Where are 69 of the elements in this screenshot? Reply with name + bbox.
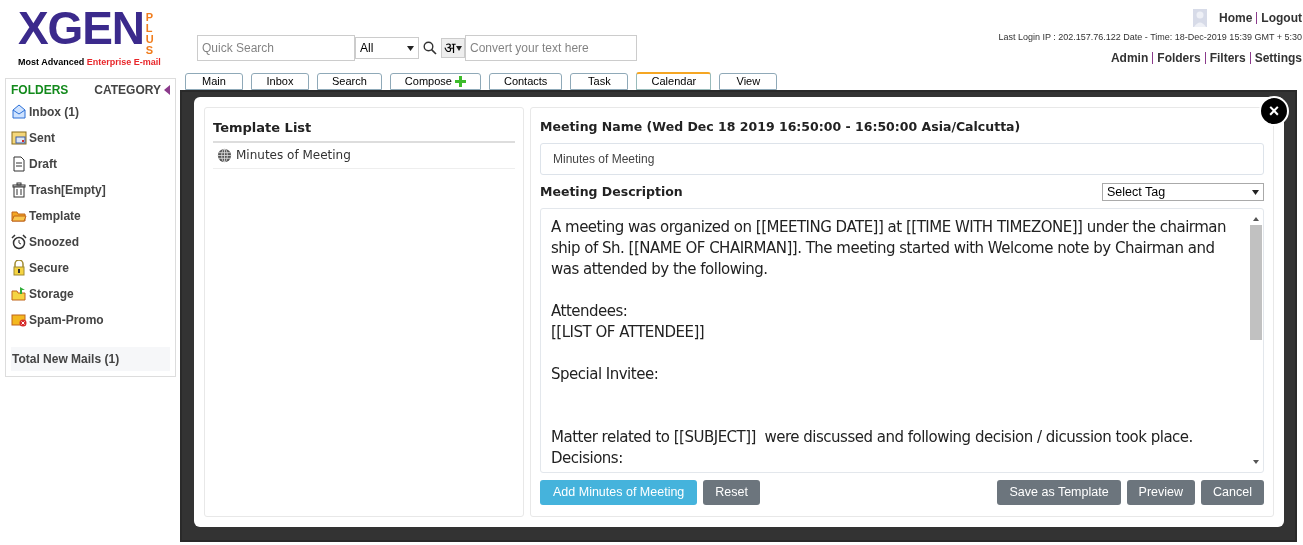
header-link[interactable]: Admin	[1110, 48, 1149, 67]
folder-link[interactable]: Sent	[29, 129, 55, 147]
folder-link[interactable]: Template	[29, 207, 81, 225]
description-text: Attendees:	[551, 300, 629, 322]
meeting-name-label: Meeting Name (Wed Dec 18 2019 16:50:00 - 16:50:00 Asia/Calcutta)	[540, 118, 1022, 136]
scroll-down-icon[interactable]	[1253, 459, 1259, 464]
sent-mail-icon	[11, 130, 27, 146]
description-text: [[LIST OF ATTENDEE]]	[551, 321, 706, 343]
header-link[interactable]: Filters	[1209, 48, 1246, 67]
tab[interactable]: View	[719, 73, 778, 90]
template-item[interactable]: Minutes of Meeting	[236, 146, 351, 164]
meeting-description-label: Meeting Description	[540, 182, 683, 201]
last-login-info: Last Login IP : 202.157.76.122 Date - Time: 18-Dec-2019 15:39 GMT + 5:30	[998, 31, 1302, 44]
folder-link[interactable]: Storage	[29, 285, 74, 303]
select-tag-dropdown[interactable]: Select Tag	[1102, 183, 1264, 202]
folder-link[interactable]: Trash[Empty]	[29, 181, 106, 199]
document-icon	[11, 156, 27, 172]
globe-icon	[217, 147, 232, 163]
folder-arrow-icon	[11, 286, 27, 302]
spam-folder-icon	[11, 312, 27, 328]
tab[interactable]: Calendar	[636, 72, 712, 90]
form-button[interactable]: Reset	[703, 479, 760, 505]
form-button[interactable]: Preview	[1126, 479, 1196, 505]
script-selector[interactable]: अ	[441, 38, 465, 58]
form-button[interactable]: Save as Template	[997, 479, 1121, 505]
form-button[interactable]: Cancel	[1201, 479, 1264, 505]
caret-icon[interactable]	[456, 45, 462, 51]
header-link[interactable]: Settings	[1254, 48, 1302, 67]
header-link[interactable]: Home	[1219, 9, 1253, 27]
description-text: A meeting was organized on [[MEETING DATE]] at [[TIME WITH TIMEZONE]] under the chairman ship of Sh. [[NAME OF CHAIRMAN]]. The meeting started with Welcome note by Chairman and was attended by the following.	[551, 216, 1228, 280]
close-button[interactable]: ×	[1259, 96, 1289, 126]
folders-heading: FOLDERS	[11, 82, 69, 99]
envelope-icon	[11, 104, 27, 120]
folder-link[interactable]: Draft	[29, 155, 57, 173]
folder-link[interactable]: Inbox (1)	[29, 103, 79, 121]
scope-dropdown[interactable]: All	[355, 37, 419, 59]
tab[interactable]: Compose	[389, 73, 481, 90]
description-text: Matter related to [[SUBJECT]] were discussed and following decision / dicussion took place.	[551, 426, 1194, 448]
convert-text-field[interactable]: Convert your text here	[465, 35, 637, 61]
folder-link[interactable]: Snoozed	[29, 233, 79, 251]
tab[interactable]: Inbox	[251, 73, 309, 90]
logo-wordmark: XGEN	[18, 4, 144, 52]
description-text: Decisions:	[551, 447, 624, 469]
template-list-title: Template List	[213, 118, 515, 143]
total-new-mails: Total New Mails (1)	[11, 347, 170, 371]
header-link[interactable]: Logout	[1261, 9, 1302, 27]
padlock-icon	[11, 260, 27, 276]
folder-link[interactable]: Spam-Promo	[29, 311, 104, 329]
description-text: Special Invitee:	[551, 363, 660, 385]
logo-badge-text: PLUS	[145, 12, 155, 56]
folder-icon	[11, 208, 27, 224]
header-link[interactable]: Folders	[1157, 48, 1201, 67]
trash-icon	[11, 182, 27, 198]
tab[interactable]: Main	[185, 73, 243, 90]
quick-search-field[interactable]: Quick Search	[197, 35, 355, 61]
alarm-clock-icon	[11, 234, 27, 250]
tab[interactable]: Contacts	[488, 73, 563, 90]
category-heading[interactable]: CATEGORY	[94, 81, 161, 99]
tab[interactable]: Task	[570, 73, 629, 90]
meeting-name-field[interactable]: Minutes of Meeting	[540, 142, 1264, 175]
collapse-icon[interactable]	[164, 85, 170, 95]
search-icon[interactable]	[423, 41, 437, 55]
caret-icon[interactable]	[1252, 189, 1259, 195]
description-editor[interactable]	[540, 207, 1264, 473]
caret-icon[interactable]	[407, 45, 414, 51]
tab[interactable]: Search	[317, 73, 382, 90]
logo-tagline: Most Advanced Enterprise E-mail	[18, 57, 161, 67]
folder-link[interactable]: Secure	[29, 259, 70, 277]
scroll-up-icon[interactable]	[1253, 216, 1259, 221]
